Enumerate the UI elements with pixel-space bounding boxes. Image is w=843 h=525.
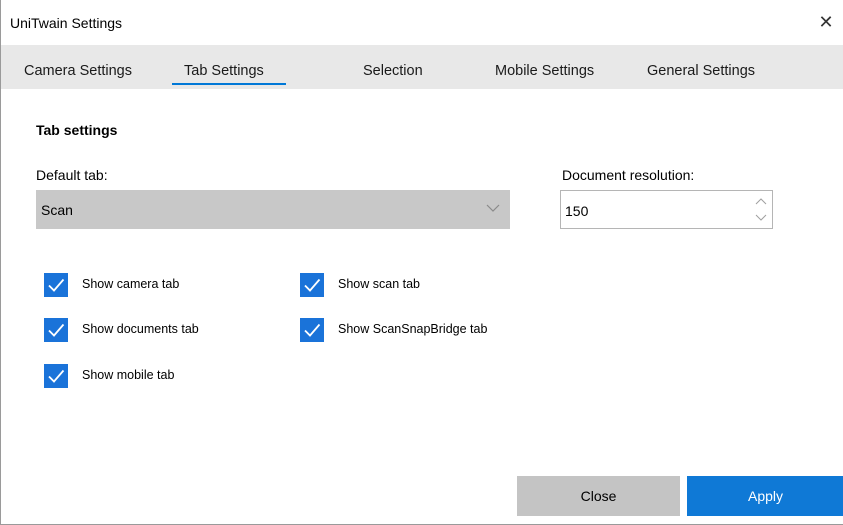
document-resolution-input[interactable]: 150 (560, 190, 773, 229)
tab-label: Mobile Settings (495, 63, 595, 79)
tab-general-settings[interactable]: General Settings (647, 45, 755, 89)
default-tab-label: Default tab: (36, 167, 108, 183)
apply-button[interactable]: Apply (687, 476, 843, 516)
active-tab-indicator (172, 83, 286, 85)
show-documents-tab-checkbox[interactable] (44, 318, 68, 342)
tab-tab-settings[interactable]: Tab Settings (172, 45, 286, 89)
spin-down-icon[interactable] (755, 213, 767, 223)
tab-selection[interactable]: Selection (363, 45, 423, 89)
checkmark-icon (304, 278, 321, 292)
tab-camera-settings[interactable]: Camera Settings (24, 45, 132, 89)
close-icon[interactable]: ✕ (814, 10, 838, 34)
show-scansnapbridge-tab-checkbox[interactable] (300, 318, 324, 342)
tab-label: Tab Settings (184, 63, 264, 79)
show-camera-tab-label: Show camera tab (82, 277, 180, 291)
show-scansnapbridge-tab-label: Show ScanSnapBridge tab (338, 322, 488, 336)
document-resolution-label: Document resolution: (562, 167, 695, 183)
document-resolution-value: 150 (565, 203, 589, 219)
section-title: Tab settings (36, 122, 118, 138)
spin-up-icon[interactable] (755, 196, 767, 206)
default-tab-select[interactable]: Scan (36, 190, 510, 229)
show-mobile-tab-checkbox[interactable] (44, 364, 68, 388)
tab-label: Selection (363, 63, 423, 79)
settings-window: UniTwain Settings ✕ Camera Settings Tab … (0, 0, 843, 525)
tab-label: General Settings (647, 63, 756, 79)
checkmark-icon (48, 278, 65, 292)
checkmark-icon (48, 369, 65, 383)
show-scan-tab-label: Show scan tab (338, 277, 420, 291)
show-camera-tab-checkbox[interactable] (44, 273, 68, 297)
title-bar: UniTwain Settings ✕ (1, 0, 843, 45)
default-tab-value: Scan (41, 202, 73, 218)
chevron-down-icon (486, 204, 500, 212)
show-mobile-tab-label: Show mobile tab (82, 368, 175, 382)
tab-bar: Camera Settings Tab Settings Selection M… (1, 45, 843, 89)
show-scan-tab-checkbox[interactable] (300, 273, 324, 297)
close-button[interactable]: Close (517, 476, 680, 516)
tab-label: Camera Settings (24, 63, 132, 79)
show-documents-tab-label: Show documents tab (82, 322, 199, 336)
window-title: UniTwain Settings (10, 15, 123, 31)
checkmark-icon (304, 323, 321, 337)
tab-mobile-settings[interactable]: Mobile Settings (495, 45, 594, 89)
checkmark-icon (48, 323, 65, 337)
